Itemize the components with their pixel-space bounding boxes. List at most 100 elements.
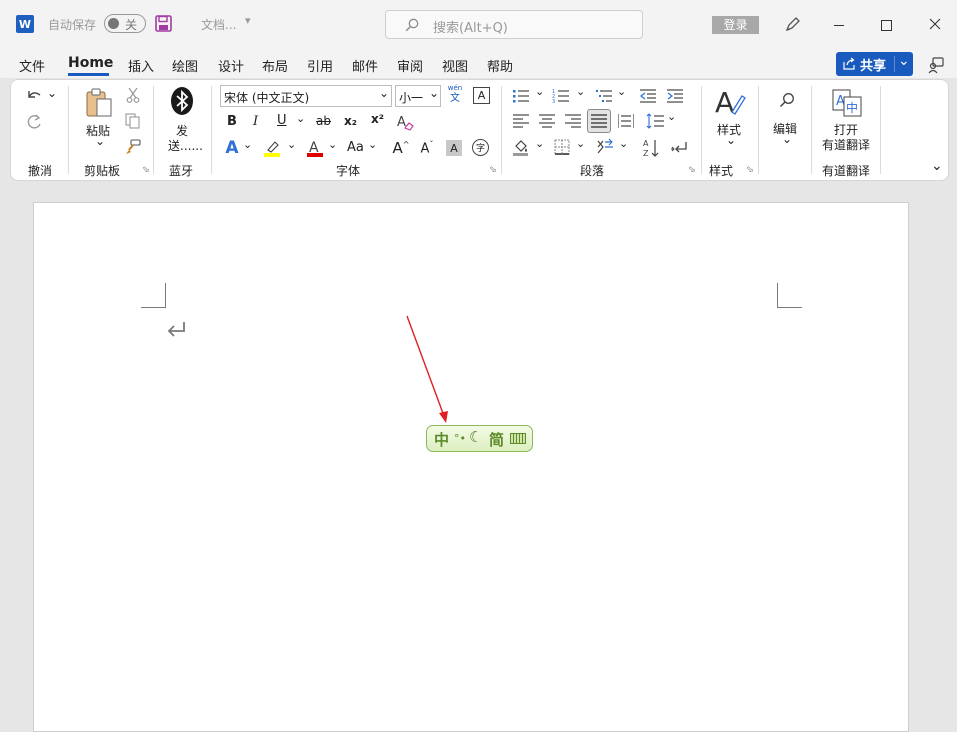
font-size-select[interactable]: 小一 ⌄: [395, 85, 441, 107]
close-icon[interactable]: [922, 14, 948, 34]
styles-launcher-icon[interactable]: ⬂: [746, 165, 754, 175]
multilevel-list-dropdown-icon[interactable]: ⌄: [617, 85, 626, 98]
clear-formatting-icon[interactable]: A: [395, 112, 415, 132]
find-icon[interactable]: [777, 90, 797, 110]
strikethrough-button[interactable]: ab: [316, 114, 331, 128]
font-name-select[interactable]: 宋体 (中文正文) ⌄: [220, 85, 392, 107]
change-case-button[interactable]: Aa: [347, 140, 364, 155]
tab-layout[interactable]: 布局: [262, 56, 288, 75]
distributed-icon[interactable]: [616, 111, 636, 131]
increase-indent-icon[interactable]: [665, 86, 685, 106]
font-launcher-icon[interactable]: ⬂: [489, 165, 497, 175]
underline-dropdown-icon[interactable]: ⌄: [296, 112, 305, 125]
tab-references[interactable]: 引用: [307, 56, 333, 75]
tab-design[interactable]: 设计: [218, 56, 244, 75]
tab-help[interactable]: 帮助: [487, 56, 513, 75]
minimize-icon[interactable]: [826, 16, 852, 34]
search-box[interactable]: 搜索(Alt+Q): [385, 10, 643, 39]
tab-draw[interactable]: 绘图: [172, 56, 198, 75]
grow-font-icon[interactable]: A^: [391, 138, 411, 158]
save-icon[interactable]: [155, 15, 172, 32]
autosave-toggle[interactable]: 关: [104, 14, 146, 33]
paste-icon[interactable]: [83, 86, 115, 120]
font-name-value: 宋体 (中文正文): [224, 91, 310, 105]
collapse-ribbon-icon[interactable]: ⌄: [931, 158, 943, 174]
bullets-dropdown-icon[interactable]: ⌄: [535, 85, 544, 98]
undo-dropdown-icon[interactable]: ⌄: [47, 86, 57, 100]
character-border-icon[interactable]: A: [473, 87, 490, 104]
line-spacing-icon[interactable]: [645, 111, 665, 131]
change-case-dropdown-icon[interactable]: ⌄: [368, 138, 377, 151]
ime-mode-toggle[interactable]: 简: [489, 429, 504, 450]
superscript-button[interactable]: x²: [371, 112, 384, 126]
format-painter-icon[interactable]: [124, 138, 142, 156]
title-dropdown-icon[interactable]: ▾: [245, 14, 251, 27]
chinese-layout-dropdown-icon[interactable]: ⌄: [619, 137, 628, 150]
tab-review[interactable]: 审阅: [397, 56, 423, 75]
subscript-button[interactable]: x₂: [344, 114, 357, 128]
ime-language-toggle[interactable]: 中: [434, 429, 449, 450]
chinese-layout-icon[interactable]: [594, 137, 616, 157]
numbering-dropdown-icon[interactable]: ⌄: [576, 85, 585, 98]
decrease-indent-icon[interactable]: [638, 86, 658, 106]
tab-view[interactable]: 视图: [442, 56, 468, 75]
clipboard-launcher-icon[interactable]: ⬂: [142, 165, 150, 175]
text-effects-icon[interactable]: A: [223, 138, 241, 158]
ime-moon-icon[interactable]: ☾: [469, 428, 482, 446]
tab-file[interactable]: 文件: [19, 56, 45, 75]
paste-dropdown-icon[interactable]: ⌄: [95, 134, 105, 148]
login-button[interactable]: 登录: [712, 16, 759, 34]
sort-icon[interactable]: AZ: [641, 137, 661, 159]
translate-icon[interactable]: A中: [831, 88, 863, 118]
borders-icon[interactable]: [552, 137, 572, 157]
highlight-dropdown-icon[interactable]: ⌄: [287, 138, 296, 151]
shading-icon[interactable]: [511, 137, 531, 157]
ime-keyboard-icon[interactable]: [510, 433, 526, 444]
highlight-icon[interactable]: [262, 138, 282, 158]
share-button[interactable]: 共享 ⌄: [836, 52, 913, 76]
editing-dropdown-icon[interactable]: ⌄: [782, 132, 792, 146]
show-marks-icon[interactable]: [669, 138, 689, 158]
justify-icon[interactable]: [587, 109, 611, 133]
document-page[interactable]: [33, 202, 909, 732]
shrink-font-icon[interactable]: Aˇ: [417, 138, 437, 158]
tab-home[interactable]: Home: [68, 55, 113, 71]
bold-button[interactable]: B: [227, 114, 237, 129]
numbering-icon[interactable]: 123: [551, 86, 571, 106]
copy-icon[interactable]: [124, 112, 142, 130]
align-right-icon[interactable]: [563, 111, 583, 131]
align-left-icon[interactable]: [511, 111, 531, 131]
redo-icon[interactable]: [23, 112, 45, 132]
youdao-label[interactable]: 有道翻译: [822, 136, 870, 153]
pen-icon[interactable]: [783, 14, 803, 34]
share-dropdown-icon[interactable]: ⌄: [898, 53, 910, 69]
comments-icon[interactable]: [926, 55, 946, 75]
line-spacing-dropdown-icon[interactable]: ⌄: [667, 110, 676, 123]
character-shading-icon[interactable]: A: [446, 140, 462, 156]
enclose-characters-icon[interactable]: 字: [472, 139, 489, 156]
ime-punctuation-icon[interactable]: °•: [454, 432, 466, 445]
multilevel-list-icon[interactable]: [594, 86, 614, 106]
send-label-2[interactable]: 送......: [168, 137, 203, 154]
styles-icon[interactable]: A: [713, 86, 747, 118]
shading-dropdown-icon[interactable]: ⌄: [535, 137, 544, 150]
maximize-icon[interactable]: [873, 16, 899, 34]
tab-insert[interactable]: 插入: [128, 56, 154, 75]
paragraph-launcher-icon[interactable]: ⬂: [688, 165, 696, 175]
ime-status-bar[interactable]: 中 °• ☾ 简: [426, 425, 533, 452]
bluetooth-icon[interactable]: [169, 86, 195, 116]
italic-button[interactable]: I: [253, 114, 258, 129]
cut-icon[interactable]: [124, 86, 142, 104]
font-color-dropdown-icon[interactable]: ⌄: [328, 138, 337, 151]
document-title[interactable]: 文档...: [201, 16, 236, 33]
text-effects-dropdown-icon[interactable]: ⌄: [243, 138, 252, 151]
align-center-icon[interactable]: [537, 111, 557, 131]
bullets-icon[interactable]: [511, 86, 531, 106]
underline-button[interactable]: U: [277, 113, 287, 128]
styles-dropdown-icon[interactable]: ⌄: [726, 133, 736, 147]
undo-icon[interactable]: [23, 86, 45, 106]
borders-dropdown-icon[interactable]: ⌄: [576, 137, 585, 150]
phonetic-guide-button[interactable]: wén 文: [446, 84, 464, 108]
font-color-icon[interactable]: A: [305, 138, 325, 158]
tab-mailings[interactable]: 邮件: [352, 56, 378, 75]
